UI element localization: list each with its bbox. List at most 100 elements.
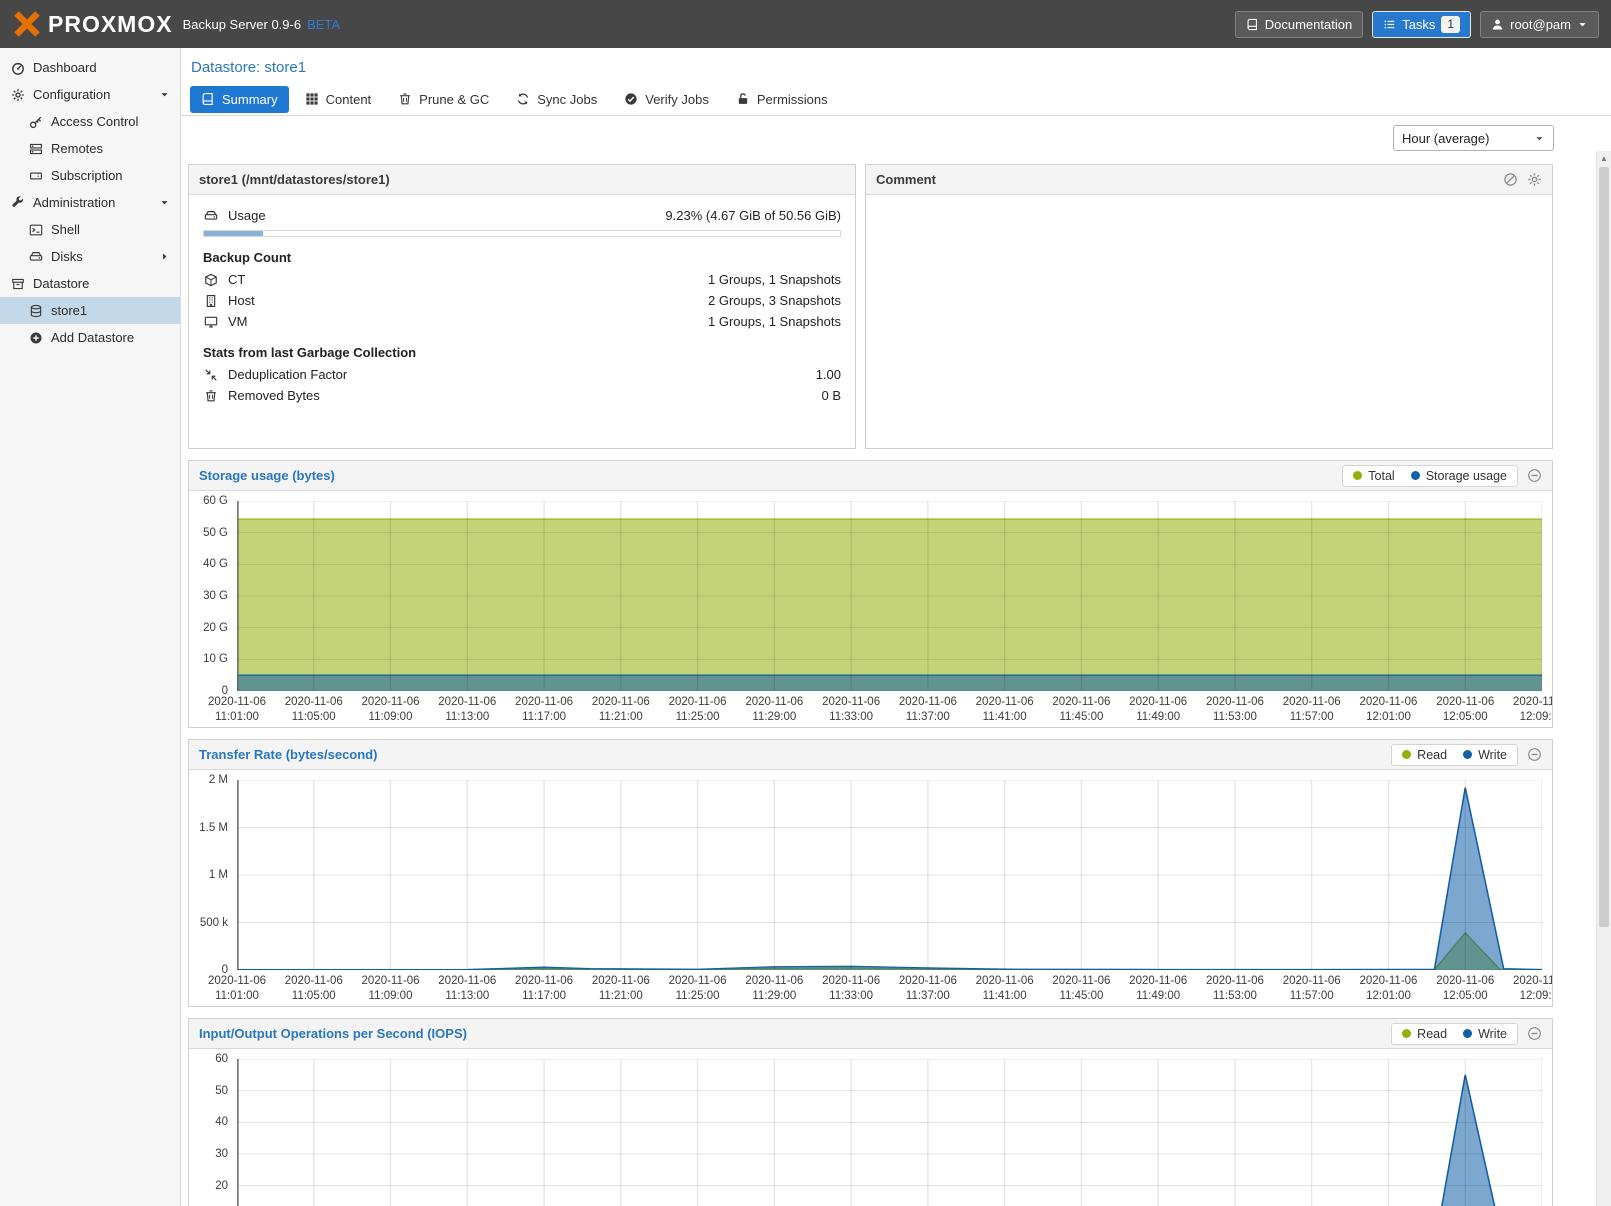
content-area: store1 (/mnt/datastores/store1) Usage 9.… (181, 160, 1611, 1206)
sync-icon (516, 92, 530, 106)
legend-dot (1411, 471, 1420, 480)
tab-label: Content (326, 92, 372, 107)
tab-summary[interactable]: Summary (190, 86, 289, 113)
x-tick-date: 2020-11-06 (438, 974, 496, 989)
x-tick-time: 11:21:00 (592, 710, 650, 725)
sidebar-item-dashboard[interactable]: Dashboard (0, 54, 180, 81)
y-tick-label: 30 G (203, 590, 228, 602)
x-tick-time: 12:09:00 (1513, 989, 1553, 1004)
row-value: 1.00 (816, 367, 841, 382)
legend-read[interactable]: Read (1402, 748, 1447, 762)
caret-right-icon[interactable] (157, 251, 172, 262)
x-tick-date: 2020-11-06 (592, 695, 650, 710)
legend-storage-usage[interactable]: Storage usage (1411, 469, 1507, 483)
y-tick-label: 1.5 M (199, 822, 228, 834)
sidebar-item-datastore[interactable]: Datastore (0, 270, 180, 297)
y-tick-label: 10 G (203, 653, 228, 665)
sidebar-item-remotes[interactable]: Remotes (0, 135, 180, 162)
page-title: Datastore: store1 (181, 48, 1611, 83)
caret-down-icon[interactable] (157, 89, 172, 100)
x-tick-date: 2020-11-06 (1206, 695, 1264, 710)
server-icon (28, 142, 43, 156)
x-tick-time: 11:33:00 (822, 710, 880, 725)
chart-plot (237, 1059, 1542, 1206)
vertical-scrollbar[interactable] (1596, 151, 1611, 1206)
legend-total[interactable]: Total (1353, 469, 1394, 483)
x-tick-date: 2020-11-06 (1283, 695, 1341, 710)
timeframe-select[interactable]: Hour (average) (1393, 125, 1554, 151)
y-tick-label: 60 (215, 1053, 228, 1065)
beta-link[interactable]: BETA (307, 17, 340, 32)
x-tick-date: 2020-11-06 (438, 695, 496, 710)
x-tick-label: 2020-11-0611:01:00 (208, 974, 266, 1004)
trash-icon (398, 92, 412, 106)
tab-prune-gc[interactable]: Prune & GC (387, 86, 500, 113)
sidebar-item-configuration[interactable]: Configuration (0, 81, 180, 108)
legend-read[interactable]: Read (1402, 1027, 1447, 1041)
check-circle-icon (624, 92, 638, 106)
sidebar-item-access-control[interactable]: Access Control (0, 108, 180, 135)
sidebar-item-disks[interactable]: Disks (0, 243, 180, 270)
comment-panel: Comment (865, 164, 1553, 449)
usage-row: Usage 9.23% (4.67 GiB of 50.56 GiB) (203, 205, 841, 226)
x-tick-label: 2020-11-0611:29:00 (745, 695, 803, 725)
row-value: 1 Groups, 1 Snapshots (708, 314, 841, 329)
scroll-thumb[interactable] (1599, 167, 1609, 927)
key-icon (28, 115, 43, 129)
sidebar-item-shell[interactable]: Shell (0, 216, 180, 243)
y-tick-label: 20 G (203, 622, 228, 634)
tasks-label: Tasks (1402, 17, 1435, 32)
legend-label: Read (1417, 748, 1447, 762)
sidebar-item-label: Configuration (33, 87, 110, 102)
tasks-button[interactable]: Tasks 1 (1372, 11, 1471, 38)
legend-write[interactable]: Write (1463, 1027, 1507, 1041)
row-label: Deduplication Factor (228, 367, 347, 382)
x-tick-date: 2020-11-06 (1359, 695, 1417, 710)
tab-permissions[interactable]: Permissions (725, 86, 839, 113)
x-tick-date: 2020-11-06 (822, 695, 880, 710)
y-tick-label: 50 (215, 1085, 228, 1097)
collapse-icon[interactable] (1527, 1026, 1542, 1041)
usage-progressbar (203, 230, 841, 237)
x-tick-label: 2020-11-0611:37:00 (899, 974, 957, 1004)
x-tick-time: 11:41:00 (976, 989, 1034, 1004)
tab-label: Permissions (757, 92, 828, 107)
documentation-button[interactable]: Documentation (1235, 11, 1363, 38)
wrench-icon (10, 196, 25, 210)
x-tick-time: 11:13:00 (438, 989, 496, 1004)
x-tick-date: 2020-11-06 (1513, 974, 1553, 989)
sidebar-item-subscription[interactable]: Subscription (0, 162, 180, 189)
cube-icon (203, 273, 219, 287)
caret-down-icon[interactable] (157, 197, 172, 208)
tab-content[interactable]: Content (294, 86, 383, 113)
sidebar-item-add-datastore[interactable]: Add Datastore (0, 324, 180, 351)
collapse-icon[interactable] (1527, 747, 1542, 762)
scroll-up-arrow[interactable] (1597, 151, 1611, 166)
x-tick-label: 2020-11-0612:01:00 (1359, 695, 1417, 725)
tab-sync-jobs[interactable]: Sync Jobs (505, 86, 608, 113)
sidebar-item-store1[interactable]: store1 (0, 297, 180, 324)
gc-row-dedup: Deduplication Factor 1.00 (203, 364, 841, 385)
x-tick-date: 2020-11-06 (1052, 695, 1110, 710)
tab-verify-jobs[interactable]: Verify Jobs (613, 86, 720, 113)
user-menu-button[interactable]: root@pam (1480, 11, 1599, 38)
toolbar: Hour (average) (181, 116, 1611, 160)
gc-stats-title: Stats from last Garbage Collection (203, 345, 841, 360)
x-tick-time: 11:17:00 (515, 710, 573, 725)
sidebar-item-label: Dashboard (33, 60, 97, 75)
y-tick-label: 1 M (209, 869, 228, 881)
backup-count-row-vm: VM 1 Groups, 1 Snapshots (203, 311, 841, 332)
legend-write[interactable]: Write (1463, 748, 1507, 762)
comment-body[interactable] (866, 195, 1552, 395)
gear-icon[interactable] (1527, 172, 1542, 187)
sidebar-item-administration[interactable]: Administration (0, 189, 180, 216)
circle-slash-icon[interactable] (1503, 172, 1518, 187)
collapse-icon[interactable] (1527, 468, 1542, 483)
x-tick-label: 2020-11-0611:49:00 (1129, 695, 1187, 725)
tab-label: Prune & GC (419, 92, 489, 107)
x-tick-label: 2020-11-0611:21:00 (592, 695, 650, 725)
x-tick-label: 2020-11-0611:57:00 (1283, 695, 1341, 725)
tab-label: Verify Jobs (645, 92, 709, 107)
database-icon (28, 304, 43, 318)
sidebar-item-label: store1 (51, 303, 87, 318)
